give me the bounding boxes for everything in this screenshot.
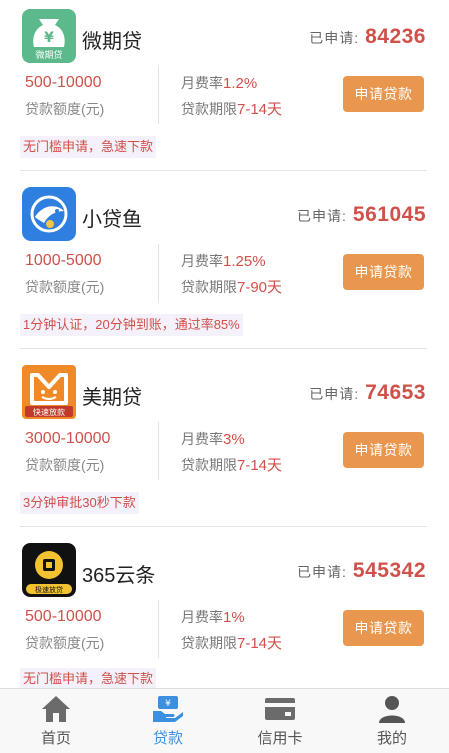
- loan-term-label: 贷款期限: [181, 457, 237, 473]
- tab-label: 贷款: [152, 730, 183, 747]
- applied-label: 已申请:: [297, 564, 347, 580]
- applied-count: 已申请: 561045: [297, 203, 426, 227]
- monthly-rate-label: 月费率: [181, 431, 223, 447]
- logo-caption: 快速放款: [33, 407, 65, 417]
- loan-term: 贷款期限7-14天: [181, 632, 282, 653]
- promo-tag: 无门槛申请，急速下款: [20, 668, 157, 688]
- card-divider: [20, 526, 427, 527]
- loan-amount: 500-10000: [25, 74, 102, 91]
- apply-loan-button[interactable]: 申请贷款: [343, 76, 424, 112]
- tab-home[interactable]: 首页: [0, 689, 112, 753]
- promo-tag: 1分钟认证，20分钟到账，通过率85%: [20, 314, 243, 336]
- promo-tag: 3分钟审批30秒下款: [20, 492, 139, 514]
- loan-name: 365云条: [82, 565, 156, 587]
- user-icon: [375, 693, 409, 725]
- loan-term: 贷款期限7-14天: [181, 454, 282, 475]
- divider-vertical: [158, 422, 159, 480]
- applied-count: 已申请: 74653: [309, 381, 426, 405]
- svg-text:¥: ¥: [165, 699, 171, 709]
- tab-label: 首页: [40, 730, 71, 747]
- applied-number: 545342: [352, 559, 426, 582]
- divider-vertical: [158, 600, 159, 658]
- loan-name: 美期贷: [82, 387, 142, 409]
- tab-credit-card[interactable]: 信用卡: [224, 689, 336, 753]
- applied-number: 84236: [365, 25, 426, 48]
- loan-amount-label: 贷款额度(元): [25, 635, 105, 651]
- divider-vertical: [158, 66, 159, 124]
- bottom-tab-bar: 首页 ¥ 贷款 信用卡 我的: [0, 688, 449, 753]
- divider-vertical: [158, 244, 159, 302]
- applied-number: 74653: [365, 381, 426, 404]
- apply-loan-button[interactable]: 申请贷款: [343, 610, 424, 646]
- loan-amount-label: 贷款额度(元): [25, 101, 105, 117]
- applied-count: 已申请: 545342: [297, 559, 426, 583]
- loan-amount: 3000-10000: [25, 430, 111, 447]
- loan-amount: 500-10000: [25, 608, 102, 625]
- svg-text:¥: ¥: [44, 30, 54, 46]
- loan-term-value: 7-14天: [237, 457, 283, 474]
- monthly-rate: 月费率3%: [181, 429, 245, 449]
- loan-icon: ¥: [151, 693, 185, 725]
- meiqidai-logo: 快速放款: [22, 365, 76, 419]
- monthly-rate-value: 1.2%: [223, 75, 258, 92]
- loan-amount: 1000-5000: [25, 252, 102, 269]
- loan-term: 贷款期限7-90天: [181, 276, 282, 297]
- monthly-rate-value: 3%: [223, 431, 245, 448]
- applied-number: 561045: [352, 203, 426, 226]
- xiaodaiyu-logo: [22, 187, 76, 241]
- logo-caption: 微期贷: [35, 49, 62, 61]
- loan-name: 微期贷: [82, 31, 142, 53]
- tab-label: 我的: [376, 730, 407, 747]
- monthly-rate-value: 1%: [223, 609, 245, 626]
- loan-list[interactable]: ¥ 微期贷 微期贷 已申请: 84236 500-10000 贷款额度(元) 月…: [0, 0, 449, 688]
- monthly-rate-value: 1.25%: [223, 253, 266, 270]
- logo-caption: 极速放贷: [35, 585, 63, 594]
- loan-amount-label: 贷款额度(元): [25, 279, 105, 295]
- loan-card[interactable]: 快速放款 美期贷 已申请: 74653 3000-10000 贷款额度(元) 月…: [0, 356, 449, 532]
- weiqidai-logo: ¥ 微期贷: [22, 9, 76, 63]
- monthly-rate: 月费率1.2%: [181, 73, 257, 93]
- home-icon: [39, 693, 73, 725]
- loan-term-label: 贷款期限: [181, 101, 237, 117]
- loan-term-value: 7-14天: [237, 635, 283, 652]
- loan-name: 小贷鱼: [82, 209, 142, 231]
- promo-tag: 无门槛申请，急速下款: [20, 136, 157, 158]
- monthly-rate-label: 月费率: [181, 75, 223, 91]
- loan-card[interactable]: 小贷鱼 已申请: 561045 1000-5000 贷款额度(元) 月费率1.2…: [0, 178, 449, 354]
- apply-loan-button[interactable]: 申请贷款: [343, 432, 424, 468]
- loan-card[interactable]: 极速放贷 365云条 已申请: 545342 500-10000 贷款额度(元)…: [0, 534, 449, 688]
- applied-label: 已申请:: [297, 208, 347, 224]
- loan-term-label: 贷款期限: [181, 635, 237, 651]
- 365yuntiao-logo: 极速放贷: [22, 543, 76, 597]
- tab-mine[interactable]: 我的: [336, 689, 448, 753]
- loan-term: 贷款期限7-14天: [181, 98, 282, 119]
- apply-loan-button[interactable]: 申请贷款: [343, 254, 424, 290]
- applied-label: 已申请:: [309, 386, 360, 402]
- loan-amount-label: 贷款额度(元): [25, 457, 105, 473]
- tab-label: 信用卡: [257, 730, 303, 747]
- tab-loan[interactable]: ¥ 贷款: [112, 689, 224, 753]
- applied-label: 已申请:: [309, 30, 360, 46]
- card-divider: [20, 170, 427, 171]
- applied-count: 已申请: 84236: [309, 25, 426, 49]
- monthly-rate: 月费率1%: [181, 607, 245, 627]
- card-divider: [20, 348, 427, 349]
- loan-term-value: 7-90天: [237, 279, 283, 296]
- monthly-rate: 月费率1.25%: [181, 251, 266, 271]
- credit-card-icon: [263, 693, 297, 725]
- loan-term-value: 7-14天: [237, 101, 283, 118]
- loan-card[interactable]: ¥ 微期贷 微期贷 已申请: 84236 500-10000 贷款额度(元) 月…: [0, 0, 449, 176]
- monthly-rate-label: 月费率: [181, 609, 223, 625]
- monthly-rate-label: 月费率: [181, 253, 223, 269]
- loan-term-label: 贷款期限: [181, 279, 237, 295]
